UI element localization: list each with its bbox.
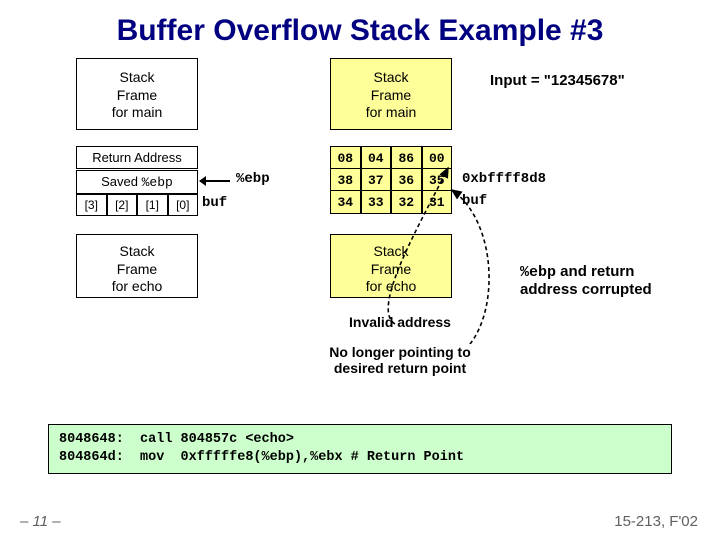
slide-title: Buffer Overflow Stack Example #3 — [0, 0, 720, 54]
ebp-label: %ebp — [236, 171, 270, 187]
right-stack-main: Stack Frame for main — [330, 58, 452, 130]
hex-row-2: 38 37 36 35 — [330, 168, 452, 192]
left-stack-echo: Stack Frame for echo — [76, 234, 198, 298]
ebp-arrow — [200, 180, 230, 182]
hex-row-3: 34 33 32 31 — [330, 190, 452, 214]
hex-row-1: 08 04 86 00 — [330, 146, 452, 170]
buf-label-left: buf — [202, 195, 227, 211]
code-box: 8048648: call 804857c <echo> 804864d: mo… — [48, 424, 672, 474]
hex-cell: 04 — [361, 146, 392, 170]
footer-page-number: – 11 – — [20, 513, 61, 530]
buf-cell-3: [3] — [76, 194, 107, 216]
buf-cell-0: [0] — [168, 194, 199, 216]
hex-cell: 36 — [391, 168, 422, 192]
left-stack-main: Stack Frame for main — [76, 58, 198, 130]
saved-label: Saved — [101, 174, 141, 189]
hex-cell: 32 — [391, 190, 422, 214]
ebp-mono: %ebp — [520, 264, 556, 281]
hex-cell: 35 — [422, 168, 453, 192]
hex-cell: 86 — [391, 146, 422, 170]
caption-no-longer: No longer pointing to desired return poi… — [280, 344, 520, 376]
left-saved-ebp: Saved %ebp — [76, 170, 198, 194]
content-area: Stack Frame for main Return Address Save… — [0, 54, 720, 484]
left-return-address: Return Address — [76, 146, 198, 169]
hex-cell: 38 — [330, 168, 361, 192]
saved-ebp-mono: %ebp — [142, 175, 173, 190]
left-buf-row: [3] [2] [1] [0] — [76, 194, 198, 216]
hex-cell: 37 — [361, 168, 392, 192]
right-stack-echo: Stack Frame for echo — [330, 234, 452, 298]
footer-course: 15-213, F'02 — [614, 513, 698, 530]
buf-cell-2: [2] — [107, 194, 138, 216]
buf-cell-1: [1] — [137, 194, 168, 216]
caption-invalid-address: Invalid address — [300, 314, 500, 330]
corruption-note: %ebp and returnaddress corrupted — [520, 246, 652, 298]
hex-cell: 31 — [422, 190, 453, 214]
code-line-2: 804864d: mov 0xfffffe8(%ebp),%ebx # Retu… — [59, 450, 464, 465]
label-buf-right: buf — [462, 193, 487, 209]
hex-cell: 00 — [422, 146, 453, 170]
hex-cell: 33 — [361, 190, 392, 214]
input-label: Input = "12345678" — [490, 72, 625, 89]
code-line-1: 8048648: call 804857c <echo> — [59, 432, 294, 447]
hex-cell: 08 — [330, 146, 361, 170]
hex-cell: 34 — [330, 190, 361, 214]
label-oxbffff8d8: 0xbffff8d8 — [462, 171, 546, 187]
